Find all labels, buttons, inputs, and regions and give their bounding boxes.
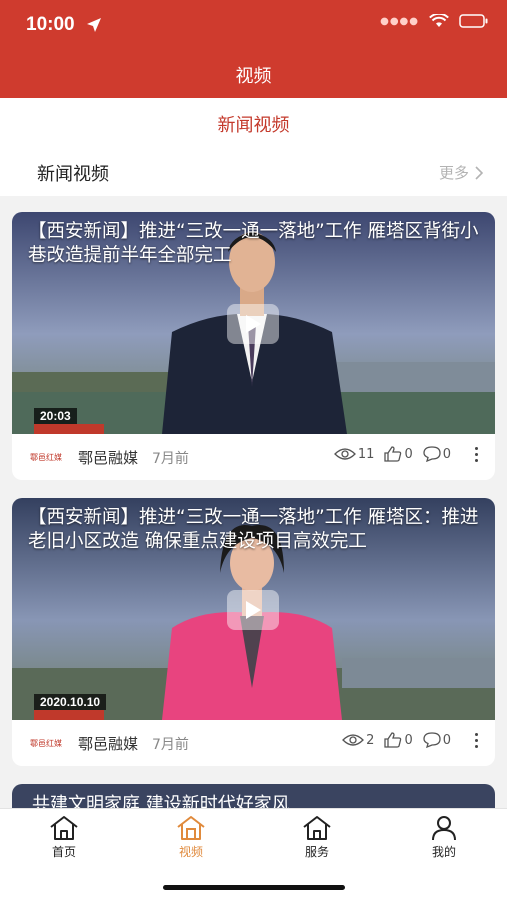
svg-text:鄠邑红媒: 鄠邑红媒 [30,738,62,748]
status-bar: 10:00 ●●●● [0,0,507,50]
tab-service[interactable]: 服务 [277,815,357,860]
eye-icon [342,734,365,746]
play-icon [246,315,261,333]
thumbs-up-icon [384,732,402,748]
source-name: 鄠邑融媒 [78,449,139,467]
video-thumbnail[interactable]: 【西安新闻】推进“三改一通一落地”工作 雁塔区背街小巷改造提前半年全部完工 20… [12,212,495,434]
comments-count: 0 [442,446,451,462]
video-thumbnail[interactable]: 【西安新闻】推进“三改一通一落地”工作 雁塔区：推进老旧小区改造 确保重点建设项… [12,498,495,720]
eye-icon [333,448,356,460]
views-stat: 2 [342,733,374,748]
tab-mine-label: 我的 [431,845,456,859]
thumbs-up-icon [384,446,402,462]
comment-button[interactable]: 0 [423,446,451,462]
battery-icon [459,14,488,28]
section-header: 新闻视频 更多 [0,148,507,196]
tab-service-label: 服务 [304,845,329,859]
play-button[interactable] [227,304,279,344]
more-options-icon[interactable] [473,446,479,462]
tab-mine[interactable]: 我的 [404,815,484,860]
more-link[interactable]: 更多 [439,162,483,183]
category-tab-strip: 新闻视频 [0,98,507,148]
home-icon [50,816,78,840]
video-title: 【西安新闻】推进“三改一通一落地”工作 雁塔区：推进老旧小区改造 确保重点建设项… [28,507,479,552]
news-ticker-bar [34,710,104,720]
video-stats: 2 0 0 [342,732,479,748]
video-meta: 鄠邑红媒 鄠邑融媒 7月前 11 0 0 [12,434,495,480]
play-button[interactable] [227,590,279,630]
comment-icon [423,446,441,462]
source-logo: 鄠邑红媒 [30,452,62,462]
video-date-tag: 20:03 [34,408,77,424]
views-stat: 11 [333,446,375,462]
status-time: 10:00 [26,14,75,35]
time-ago: 7月前 [152,737,189,753]
likes-count: 0 [404,446,413,462]
source-logo: 鄠邑红媒 [30,738,62,748]
video-card[interactable]: 【西安新闻】推进“三改一通一落地”工作 雁塔区背街小巷改造提前半年全部完工 20… [12,212,495,480]
home-indicator [163,885,345,890]
more-label: 更多 [438,164,469,182]
time-ago: 7月前 [152,451,189,467]
chevron-right-icon [475,165,483,180]
tab-home[interactable]: 首页 [24,815,104,860]
tab-home-label: 首页 [51,845,76,859]
source-name: 鄠邑融媒 [78,735,139,753]
more-options-icon[interactable] [473,732,479,748]
news-ticker-bar [34,424,104,434]
video-meta: 鄠邑红媒 鄠邑融媒 7月前 2 0 0 [12,720,495,766]
wifi-icon [429,14,449,27]
status-icons: ●●●● [380,14,489,28]
tab-video[interactable]: 视频 [151,815,231,860]
play-icon [246,601,261,619]
like-button[interactable]: 0 [384,446,413,462]
comments-count: 0 [442,732,451,748]
comment-button[interactable]: 0 [423,732,451,748]
video-tab-icon [177,816,205,840]
signal-icon: ●●●● [380,15,419,27]
video-stats: 11 0 0 [333,446,479,462]
views-count: 11 [357,446,375,462]
user-icon [432,816,456,841]
page-title: 视频 [235,66,272,87]
video-title: 【西安新闻】推进“三改一通一落地”工作 雁塔区背街小巷改造提前半年全部完工 [28,221,479,266]
svg-text:鄠邑红媒: 鄠邑红媒 [30,452,62,462]
video-card[interactable]: 【西安新闻】推进“三改一通一落地”工作 雁塔区：推进老旧小区改造 确保重点建设项… [12,498,495,766]
views-count: 2 [366,732,375,748]
video-date-tag: 2020.10.10 [34,694,107,710]
like-button[interactable]: 0 [384,732,413,748]
service-icon [303,816,331,840]
nav-bar: 视频 [0,50,507,98]
likes-count: 0 [404,732,413,748]
section-title: 新闻视频 [37,164,109,185]
comment-icon [423,732,441,748]
tab-news-video[interactable]: 新闻视频 [0,111,507,137]
tab-video-label: 视频 [178,845,203,859]
location-arrow-icon [87,18,101,32]
